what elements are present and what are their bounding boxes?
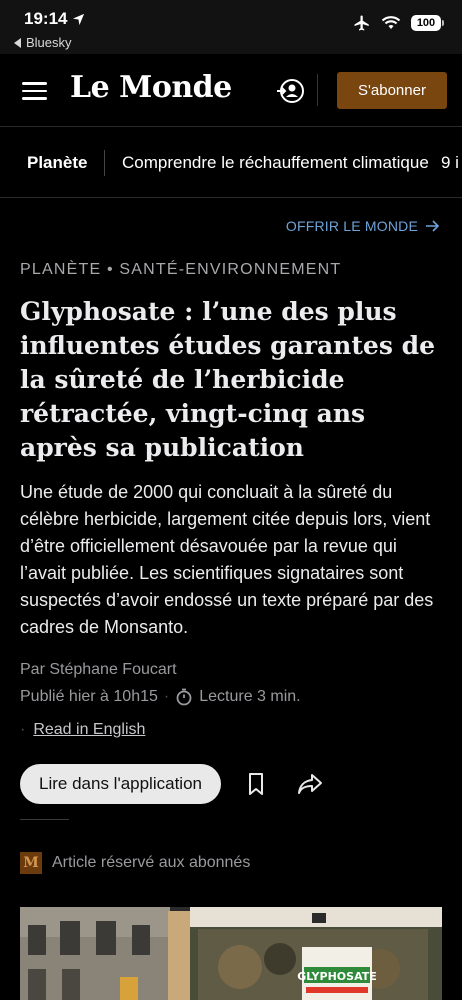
bookmark-icon[interactable] — [244, 771, 268, 797]
arrow-right-icon — [426, 220, 440, 232]
meta-separator: · — [163, 688, 170, 705]
article-lead: Une étude de 2000 qui concluait à la sûr… — [20, 482, 434, 637]
article-image[interactable]: GLYPHOSATE — [20, 907, 442, 1000]
back-app-label: Bluesky — [26, 35, 72, 50]
reading-time: Lecture 3 min. — [199, 688, 301, 705]
le-monde-m-badge-icon: M — [20, 852, 42, 874]
back-triangle-icon — [14, 37, 21, 48]
location-arrow-icon — [73, 13, 85, 25]
stopwatch-icon — [176, 688, 192, 706]
status-icons: 100 — [353, 14, 444, 32]
subscribe-button[interactable]: S'abonner — [337, 72, 447, 109]
header-divider — [317, 74, 318, 106]
back-to-app-link[interactable]: Bluesky — [14, 35, 72, 50]
site-header: Le Monde S'abonner — [0, 54, 462, 127]
battery-level: 100 — [411, 15, 441, 31]
article-byline[interactable]: Par Stéphane Foucart — [20, 661, 177, 679]
section-nav-item[interactable]: 9 i — [441, 153, 459, 173]
share-icon[interactable] — [296, 771, 324, 797]
battery-icon: 100 — [411, 15, 444, 31]
account-icon[interactable] — [276, 76, 306, 106]
divider — [20, 819, 69, 820]
airplane-icon — [354, 15, 369, 31]
published-date: Publié hier à 10h15 — [20, 688, 158, 705]
subscriber-only-label: Article réservé aux abonnés — [52, 854, 251, 871]
image-sign-text: GLYPHOSATE — [297, 970, 377, 983]
article-title: Glyphosate : l’une des plus influentes é… — [20, 297, 435, 462]
read-in-english-row: · Read in English — [20, 721, 145, 739]
status-bar: 19:14 Bluesky 100 — [0, 0, 462, 54]
article-meta: Publié hier à 10h15 · Lecture 3 min. — [20, 688, 301, 706]
section-nav-item[interactable]: Comprendre le réchauffement climatique — [122, 153, 429, 173]
wifi-icon — [381, 16, 401, 29]
status-time: 19:14 — [24, 9, 85, 29]
offer-le-monde-link[interactable]: OFFRIR LE MONDE — [286, 218, 440, 234]
menu-icon[interactable] — [22, 82, 47, 100]
le-monde-logo[interactable]: Le Monde — [70, 70, 232, 105]
status-time-text: 19:14 — [24, 9, 68, 28]
open-in-app-button[interactable]: Lire dans l'application — [20, 764, 221, 804]
section-nav: Planète Comprendre le réchauffement clim… — [0, 128, 462, 198]
section-nav-current[interactable]: Planète — [27, 153, 87, 173]
section-nav-divider — [104, 150, 105, 176]
bullet-icon: · — [20, 721, 26, 738]
offer-label: OFFRIR LE MONDE — [285, 218, 418, 234]
article-kicker[interactable]: PLANÈTE • SANTÉ-ENVIRONNEMENT — [20, 261, 341, 279]
read-in-english-link[interactable]: Read in English — [33, 721, 145, 739]
subscriber-only-notice: M Article réservé aux abonnés — [20, 852, 250, 874]
